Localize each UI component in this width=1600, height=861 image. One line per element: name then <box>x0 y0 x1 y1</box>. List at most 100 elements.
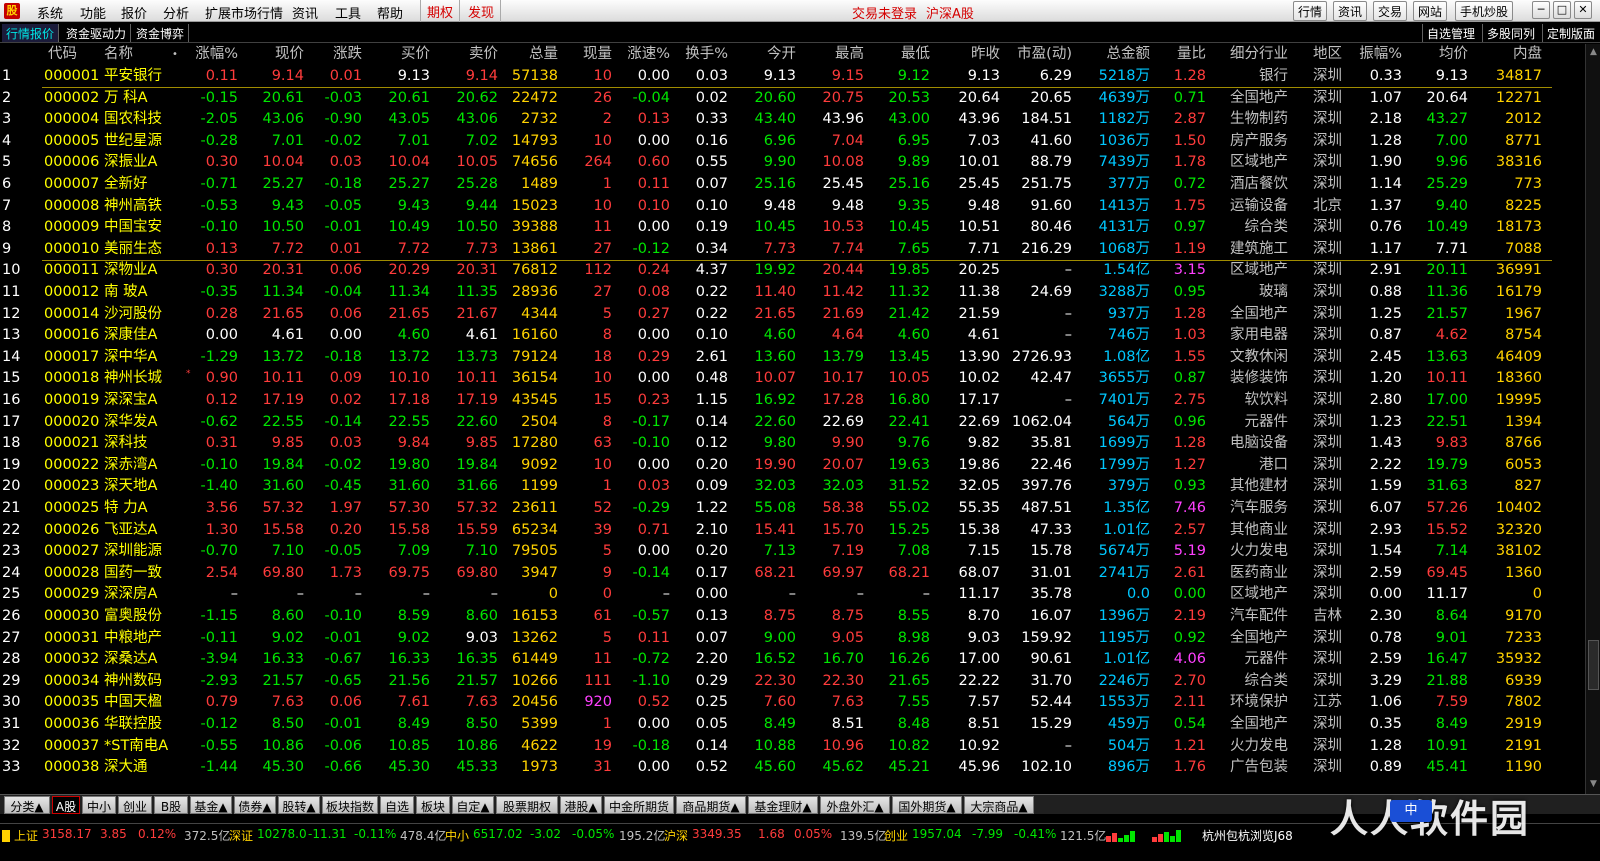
header-inner-vol[interactable]: 内盘 <box>1470 44 1542 65</box>
market-tab-10[interactable]: 板块 <box>416 796 450 814</box>
website-button[interactable]: 网站 <box>1413 1 1448 21</box>
maximize-icon[interactable]: □ <box>1553 1 1571 19</box>
market-tab-7[interactable]: 股转▲ <box>278 796 320 814</box>
header-amount[interactable]: 总金额 <box>1074 44 1151 65</box>
table-row[interactable]: 26 000030 富奥股份 -1.15 8.60 -0.10 8.59 8.60 16153 6… <box>0 606 1585 627</box>
market-tab-1[interactable]: A股 <box>52 796 80 814</box>
cell-name[interactable]: 飞亚达A <box>104 520 184 541</box>
cell-name[interactable]: 美丽生态 <box>104 239 184 260</box>
header-ask[interactable]: 卖价 <box>432 44 498 65</box>
scroll-thumb[interactable] <box>1588 640 1599 690</box>
cell-name[interactable]: 中粮地产 <box>104 628 184 649</box>
trade-button[interactable]: 交易 <box>1373 1 1408 21</box>
table-row[interactable]: 1 000001 平安银行 0.11 9.14 0.01 9.13 9.14 57138 10 0.… <box>0 66 1585 87</box>
menu-info[interactable]: 资讯 <box>292 3 318 22</box>
table-row[interactable]: 22 000026 飞亚达A 1.30 15.58 0.20 15.58 15.59 65234… <box>0 520 1585 541</box>
table-row[interactable]: 20 000023 深天地A -1.40 31.60 -0.45 31.60 31.66 119… <box>0 476 1585 497</box>
cell-name[interactable]: 南 玻A <box>104 282 184 303</box>
cell-name[interactable]: 世纪星源 <box>104 131 184 152</box>
cell-name[interactable]: 深康佳A <box>104 325 184 346</box>
market-tab-16[interactable]: 基金理财▲ <box>748 796 818 814</box>
close-icon[interactable]: ✕ <box>1574 1 1592 19</box>
table-row[interactable]: 18 000021 深科技 0.31 9.85 0.03 9.84 9.85 17280 63 -0… <box>0 433 1585 454</box>
menu-system[interactable]: 系统 <box>37 3 63 22</box>
table-row[interactable]: 31 000036 华联控股 -0.12 8.50 -0.01 8.49 8.50 5399 1 0… <box>0 714 1585 735</box>
header-amplitude[interactable]: 振幅% <box>1346 44 1402 65</box>
scroll-down-icon[interactable]: ▼ <box>1588 778 1599 790</box>
discover-tab[interactable]: 发现 <box>462 0 502 22</box>
table-row[interactable]: 3 000004 国农科技 -2.05 43.06 -0.90 43.05 43.06 2732… <box>0 109 1585 130</box>
cell-name[interactable]: 富奥股份 <box>104 606 184 627</box>
header-pe[interactable]: 市盈(动) <box>1002 44 1072 65</box>
multi-stock-button[interactable]: 多股同列 <box>1482 24 1539 42</box>
cell-name[interactable]: 国药一致 <box>104 563 184 584</box>
table-row[interactable]: 7 000008 神州高铁 -0.53 9.43 -0.05 9.43 9.44 15023 10… <box>0 196 1585 217</box>
table-row[interactable]: 2 000002 万 科A -0.15 20.61 -0.03 20.61 20.62 2247… <box>0 88 1585 109</box>
minimize-icon[interactable]: ─ <box>1532 1 1550 19</box>
options-tab[interactable]: 期权 <box>420 0 461 22</box>
market-tab-15[interactable]: 商品期货▲ <box>676 796 746 814</box>
header-avg-price[interactable]: 均价 <box>1404 44 1468 65</box>
login-status[interactable]: 交易未登录 <box>852 3 917 22</box>
cell-name[interactable]: 中国宝安 <box>104 217 184 238</box>
table-row[interactable]: 15 000018 神州长城 0.90 10.11 0.09 10.10 10.11 36154… <box>0 368 1585 389</box>
cell-name[interactable]: 沙河股份 <box>104 304 184 325</box>
cell-name[interactable]: 华联控股 <box>104 714 184 735</box>
table-row[interactable]: 5 000006 深振业A 0.30 10.04 0.03 10.04 10.05 74656 2… <box>0 152 1585 173</box>
table-row[interactable]: 16 000019 深深宝A 0.12 17.19 0.02 17.18 17.19 43545… <box>0 390 1585 411</box>
header-last-vol[interactable]: 现量 <box>560 44 612 65</box>
table-row[interactable]: 17 000020 深华发A -0.62 22.55 -0.14 22.55 22.60 250… <box>0 412 1585 433</box>
market-tab-13[interactable]: 港股▲ <box>560 796 602 814</box>
header-low[interactable]: 最低 <box>866 44 930 65</box>
vertical-scrollbar[interactable]: ▲ ▼ <box>1585 44 1600 794</box>
table-row[interactable]: 13 000016 深康佳A 0.00 4.61 0.00 4.60 4.61 16160 8 0.… <box>0 325 1585 346</box>
market-tab-12[interactable]: 股票期权 <box>496 796 558 814</box>
menu-quote[interactable]: 报价 <box>121 3 147 22</box>
cell-name[interactable]: 深中华A <box>104 347 184 368</box>
market-tab-19[interactable]: 大宗商品▲ <box>964 796 1034 814</box>
sz-label[interactable]: 深证 <box>229 827 253 844</box>
watchlist-manage-button[interactable]: 自选管理 <box>1422 24 1479 42</box>
table-row[interactable]: 8 000009 中国宝安 -0.10 10.50 -0.01 10.49 10.50 3938… <box>0 217 1585 238</box>
server-status[interactable]: 杭州包杭浏览J68 <box>1202 827 1293 844</box>
market-tab-17[interactable]: 外盘外汇▲ <box>820 796 890 814</box>
tab-fund-game[interactable]: 资金博弈 <box>132 24 190 42</box>
market-tab-11[interactable]: 自定▲ <box>452 796 494 814</box>
table-row[interactable]: 29 000034 神州数码 -2.93 21.57 -0.65 21.56 21.57 102… <box>0 671 1585 692</box>
cell-name[interactable]: 中国天楹 <box>104 692 184 713</box>
cell-name[interactable]: 深天地A <box>104 476 184 497</box>
table-row[interactable]: 10 000011 深物业A 0.30 20.31 0.06 20.29 20.31 76812… <box>0 260 1585 281</box>
table-row[interactable]: 4 000005 世纪星源 -0.28 7.01 -0.02 7.01 7.02 14793 10… <box>0 131 1585 152</box>
table-row[interactable]: 32 000037 *ST南电A -0.55 10.86 -0.06 10.85 10.86 4… <box>0 736 1585 757</box>
cell-name[interactable]: 全新好 <box>104 174 184 195</box>
cell-name[interactable]: 深深房A <box>104 584 184 605</box>
cell-name[interactable]: 深物业A <box>104 260 184 281</box>
quote-button[interactable]: 行情 <box>1293 1 1328 21</box>
cy-label[interactable]: 创业 <box>884 827 908 844</box>
cell-name[interactable]: 深赤湾A <box>104 455 184 476</box>
menu-analysis[interactable]: 分析 <box>163 3 189 22</box>
zx-label[interactable]: 中小 <box>445 827 469 844</box>
table-row[interactable]: 21 000025 特 力A 3.56 57.32 1.97 57.30 57.32 23611… <box>0 498 1585 519</box>
custom-layout-button[interactable]: 定制版面 <box>1542 24 1599 42</box>
header-bid[interactable]: 买价 <box>364 44 430 65</box>
header-code[interactable]: 代码 <box>48 44 106 65</box>
cell-name[interactable]: 平安银行 <box>104 66 184 87</box>
market-tab-9[interactable]: 自选 <box>380 796 414 814</box>
table-row[interactable]: 9 000010 美丽生态 0.13 7.72 0.01 7.72 7.73 13861 27 -0… <box>0 239 1585 260</box>
header-region[interactable]: 地区 <box>1292 44 1342 65</box>
cell-name[interactable]: 特 力A <box>104 498 184 519</box>
header-open[interactable]: 今开 <box>730 44 796 65</box>
tab-quotes[interactable]: 行情报价 <box>2 24 60 42</box>
header-change[interactable]: 涨跌 <box>306 44 362 65</box>
header-change-pct[interactable]: 涨幅% <box>186 44 238 65</box>
table-row[interactable]: 23 000027 深圳能源 -0.70 7.10 -0.05 7.09 7.10 79505 5… <box>0 541 1585 562</box>
header-volume[interactable]: 总量 <box>500 44 558 65</box>
header-high[interactable]: 最高 <box>798 44 864 65</box>
market-tab-6[interactable]: 债券▲ <box>234 796 276 814</box>
scroll-up-icon[interactable]: ▲ <box>1588 46 1599 58</box>
hs-label[interactable]: 沪深 <box>664 827 688 844</box>
menu-tools[interactable]: 工具 <box>335 3 361 22</box>
header-prev-close[interactable]: 昨收 <box>932 44 1000 65</box>
cell-name[interactable]: 深桑达A <box>104 649 184 670</box>
